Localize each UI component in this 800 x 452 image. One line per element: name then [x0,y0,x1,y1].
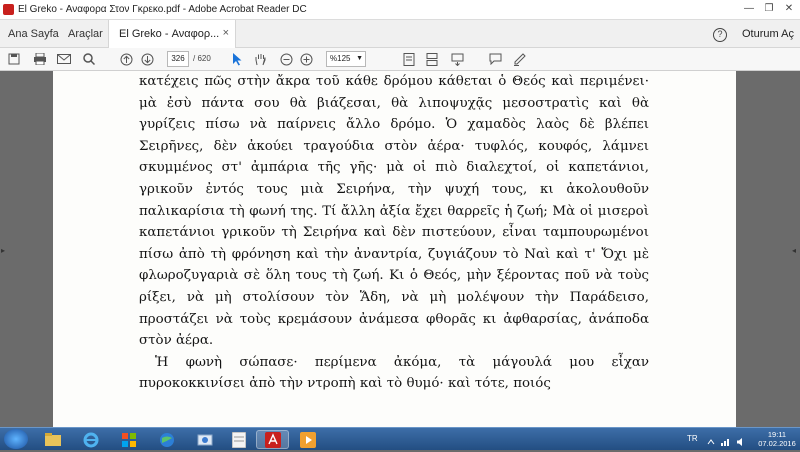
scroll-mode-icon[interactable] [424,51,440,67]
zoom-value: %125 [330,54,351,63]
paragraph-2: Ἡ φωνὴ σώπασε· περίμενα ἀκόμα, τὰ μάγουλ… [139,354,649,392]
window-title: El Greko - Αναφορα Στον Γκρεκο.pdf - Ado… [18,4,307,15]
save-icon[interactable] [6,51,22,67]
menu-home[interactable]: Ana Sayfa [8,28,59,40]
tray-arrow-icon[interactable] [706,434,716,445]
page-number-input[interactable]: 326 [167,51,189,67]
help-icon[interactable]: ? [713,28,727,42]
previous-page-icon[interactable] [118,51,134,67]
globe-app-icon[interactable] [150,430,183,449]
print-icon[interactable] [32,51,48,67]
acrobat-taskbar-icon[interactable] [256,430,289,449]
left-panel-toggle-icon[interactable]: ▸ [1,246,5,255]
zoom-select[interactable]: %125 ▼ [326,51,366,67]
page-tools-icon[interactable] [449,51,465,67]
zoom-out-icon[interactable] [278,51,294,67]
language-indicator[interactable]: TR [687,434,698,443]
next-page-icon[interactable] [139,51,155,67]
zoom-in-icon[interactable] [298,51,314,67]
fit-page-icon[interactable] [401,51,417,67]
page-total: / 620 [193,54,211,63]
network-icon[interactable] [720,434,730,446]
highlight-pen-icon[interactable] [511,51,527,67]
tools-app-icon[interactable] [188,430,221,449]
paragraph-1: κατέχεις πῶς στὴν ἄκρα τοῦ κάθε δρόμου κ… [139,74,649,349]
notes-app-icon[interactable] [222,430,255,449]
chevron-down-icon: ▼ [356,55,363,62]
comment-icon[interactable] [487,51,503,67]
explorer-icon[interactable] [36,430,69,449]
hand-tool-icon[interactable] [252,51,268,67]
close-tab-icon[interactable]: × [223,27,229,39]
document-viewport[interactable]: κατέχεις πῶς στὴν ἄκρα τοῦ κάθε δρόμου κ… [0,71,800,427]
apps-icon[interactable] [112,430,145,449]
system-clock[interactable]: 19:11 07.02.2016 [755,430,799,448]
windows-start-icon[interactable] [4,429,28,449]
clock-date: 07.02.2016 [758,439,796,448]
search-icon[interactable] [81,51,97,67]
signin-link[interactable]: Oturum Aç [742,28,794,40]
document-tab[interactable]: El Greko - Αναφορ... × [108,20,236,48]
window-titlebar: El Greko - Αναφορα Στον Γκρεκο.pdf - Ado… [0,0,800,20]
email-icon[interactable] [56,51,72,67]
close-window-button[interactable]: ✕ [782,2,796,16]
menu-tools[interactable]: Araçlar [68,28,103,40]
acrobat-icon [3,4,14,15]
media-player-icon[interactable] [291,430,324,449]
volume-icon[interactable] [736,434,746,446]
minimize-button[interactable]: — [742,2,756,16]
select-cursor-icon[interactable] [229,51,245,67]
taskbar: TR 19:11 07.02.2016 [0,427,800,450]
toolbar [0,48,800,71]
pdf-page: κατέχεις πῶς στὴν ἄκρα τοῦ κάθε δρόμου κ… [53,71,736,427]
page-text: κατέχεις πῶς στὴν ἄκρα τοῦ κάθε δρόμου κ… [139,71,649,395]
clock-time: 19:11 [767,430,787,439]
document-tab-label: El Greko - Αναφορ... [119,28,220,40]
restore-button[interactable]: ❐ [762,2,776,16]
right-panel-toggle-icon[interactable]: ◂ [792,246,796,255]
internet-explorer-icon[interactable] [74,430,107,449]
